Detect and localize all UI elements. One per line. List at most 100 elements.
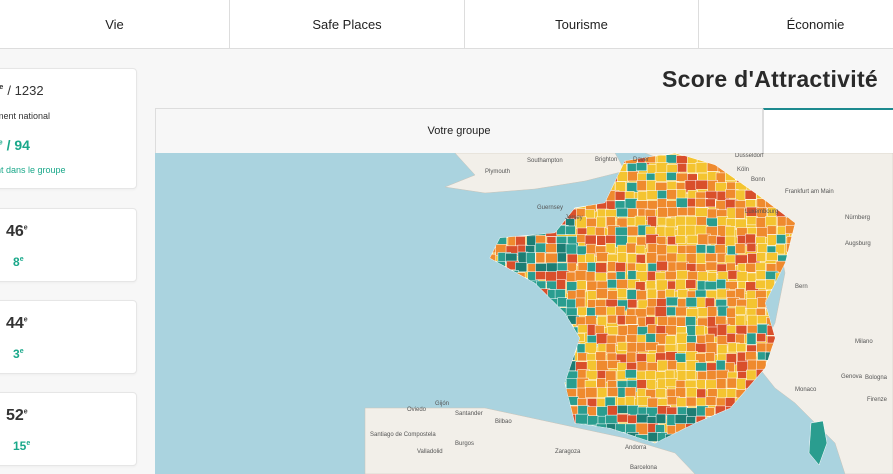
region-cell xyxy=(515,342,526,352)
group-rank-label: ent dans le groupe xyxy=(0,165,66,175)
map-label: Guernsey xyxy=(537,205,563,211)
region-cell xyxy=(545,396,556,407)
region-cell xyxy=(507,332,518,344)
score-card-1[interactable]: 46e 8e xyxy=(0,208,137,282)
region-cell xyxy=(707,306,718,318)
region-cell xyxy=(746,405,757,418)
region-cell xyxy=(594,306,608,316)
region-cell xyxy=(575,333,585,342)
region-cell xyxy=(697,307,708,318)
region-cell xyxy=(755,415,768,428)
region-cell xyxy=(787,441,795,443)
region-cell xyxy=(627,226,639,237)
region-cell xyxy=(755,406,769,418)
map-label: Monaco xyxy=(795,387,817,393)
region-cell xyxy=(596,216,606,228)
card-rank-value: 44 xyxy=(6,315,24,332)
region-cell xyxy=(786,414,795,424)
region-cell xyxy=(756,227,769,238)
region-cell xyxy=(496,206,508,217)
tab-votre-groupe[interactable]: Votre groupe xyxy=(155,108,763,153)
map-label: Bologna xyxy=(865,375,888,381)
region-cell xyxy=(556,343,570,355)
score-card-3[interactable]: 52e 15e xyxy=(0,392,137,466)
region-cell xyxy=(686,433,698,443)
region-cell xyxy=(554,352,567,363)
region-cell xyxy=(524,280,538,292)
region-cell xyxy=(626,242,637,254)
tab-safe-places[interactable]: Safe Places xyxy=(230,0,465,48)
region-cell xyxy=(705,379,717,391)
tab-economie[interactable]: Économie xyxy=(699,0,893,48)
region-cell xyxy=(674,215,686,227)
card-rank-suffix: e xyxy=(23,408,28,416)
region-cell xyxy=(635,254,646,264)
region-cell xyxy=(557,190,570,200)
tab-vie[interactable]: Vie xyxy=(0,0,230,48)
map-label: Valladolid xyxy=(417,449,443,455)
region-cell xyxy=(776,416,787,429)
region-cell xyxy=(490,280,499,293)
corsica-region xyxy=(808,420,828,466)
region-cell xyxy=(777,423,791,436)
score-card-2[interactable]: 44e 3e xyxy=(0,300,137,374)
region-cell xyxy=(537,216,547,228)
tab-tourisme[interactable]: Tourisme xyxy=(465,0,699,48)
attractiveness-map[interactable]: Southampton Plymouth Brighton Dover Guer… xyxy=(155,153,893,474)
region-cell xyxy=(596,235,607,246)
region-cell xyxy=(536,189,550,201)
region-cell xyxy=(577,189,590,201)
region-cell xyxy=(505,215,516,226)
map-label: Gijón xyxy=(435,401,449,407)
map-canvas[interactable]: Southampton Plymouth Brighton Dover Guer… xyxy=(155,153,893,474)
region-cell xyxy=(706,416,717,426)
card-rank-suffix: e xyxy=(23,224,28,232)
region-cell xyxy=(507,323,521,333)
map-label: Düsseldorf xyxy=(735,153,764,159)
national-total: / 1232 xyxy=(7,83,44,98)
region-cell xyxy=(495,397,507,407)
map-label: Firenze xyxy=(867,397,888,403)
region-cell xyxy=(766,451,777,460)
region-cell xyxy=(635,244,646,254)
region-cell xyxy=(557,252,567,263)
region-cell xyxy=(495,261,506,274)
region-cell xyxy=(785,406,795,417)
region-cell xyxy=(494,362,505,375)
top-navigation: Vie Safe Places Tourisme Économie xyxy=(0,0,893,49)
region-cell xyxy=(526,398,537,409)
map-subtabs: Votre groupe xyxy=(155,108,893,153)
map-label: Plymouth xyxy=(485,169,510,175)
region-cell xyxy=(757,379,769,392)
region-cell xyxy=(490,299,499,310)
region-cell xyxy=(748,451,760,461)
region-cell xyxy=(585,180,596,191)
region-cell xyxy=(624,315,638,325)
region-cell xyxy=(555,380,566,390)
map-label: Genova xyxy=(841,374,863,380)
region-cell xyxy=(704,281,718,290)
card-group-rank-suffix: e xyxy=(26,440,31,447)
page-title: Score d'Attractivité xyxy=(662,66,878,92)
region-cell xyxy=(745,398,759,408)
region-cell xyxy=(637,191,648,201)
region-cell xyxy=(674,414,688,425)
region-cell xyxy=(546,369,559,382)
region-cell xyxy=(745,388,757,398)
region-cell xyxy=(494,289,506,301)
region-cell xyxy=(745,262,757,273)
region-cell xyxy=(595,262,607,275)
region-cell xyxy=(490,397,500,409)
region-cell xyxy=(515,191,528,204)
region-cell xyxy=(705,352,716,362)
region-cell xyxy=(627,171,639,182)
tab-active-blank[interactable] xyxy=(763,108,893,153)
region-cell xyxy=(526,352,540,365)
region-cell xyxy=(526,218,540,228)
region-cell xyxy=(517,305,527,317)
map-label: Köln xyxy=(737,167,749,173)
region-cell xyxy=(756,425,770,434)
region-cell xyxy=(707,272,717,282)
region-cell xyxy=(496,226,509,237)
region-cell xyxy=(546,323,559,335)
